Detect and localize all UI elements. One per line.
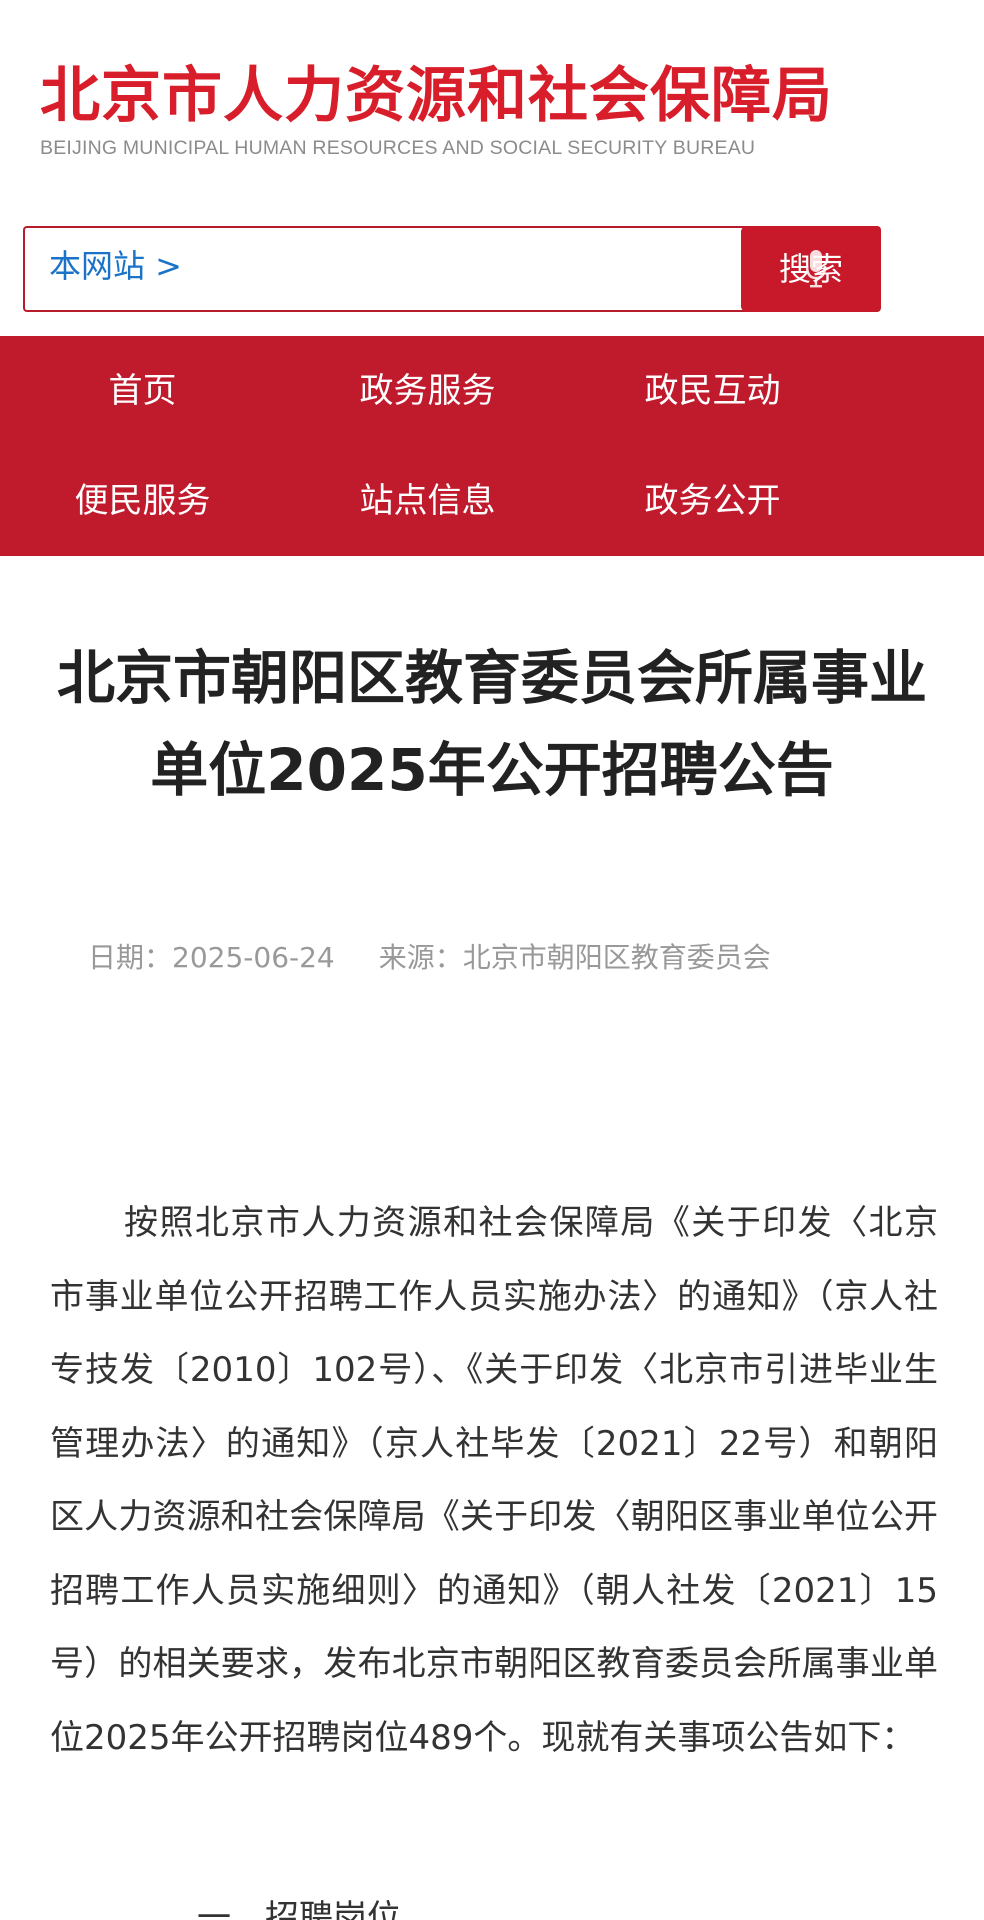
logo-chinese-name: 北京市人力资源和社会保障局	[40, 61, 833, 131]
main-navigation: 首页 政务服务 政民互动 便民服务 站点信息 政务公开	[0, 336, 984, 556]
search-bar: 本网站 > 搜索	[23, 226, 881, 312]
article-title: 北京市朝阳区教育委员会所属事业单位2025年公开招聘公告	[56, 644, 927, 804]
section-heading: 一、招聘岗位	[197, 1898, 401, 1920]
nav-item-citizen-services[interactable]: 便民服务	[0, 446, 285, 556]
logo-english-name: BEIJING MUNICIPAL HUMAN RESOURCES AND SO…	[40, 137, 756, 159]
search-scope-selector[interactable]: 本网站 >	[49, 246, 182, 286]
nav-item-government-affairs[interactable]: 政务公开	[570, 446, 855, 556]
nav-item-home[interactable]: 首页	[0, 336, 285, 446]
nav-item-government-services[interactable]: 政务服务	[285, 336, 570, 446]
nav-item-public-interaction[interactable]: 政民互动	[570, 336, 855, 446]
search-button[interactable]: 搜索	[741, 226, 881, 312]
article-paragraph: 按照北京市人力资源和社会保障局《关于印发〈北京市事业单位公开招聘工作人员实施办法…	[50, 1203, 938, 1758]
microphone-icon	[805, 250, 827, 288]
article-source: 北京市朝阳区教育委员会	[462, 941, 771, 974]
search-input[interactable]	[205, 240, 745, 296]
site-logo[interactable]: 北京市人力资源和社会保障局 BEIJING MUNICIPAL HUMAN RE…	[40, 60, 832, 170]
publish-date: 2025-06-24	[172, 941, 335, 974]
date-label: 日期：	[88, 941, 173, 974]
source-label: 来源：	[378, 941, 463, 974]
article-meta: 日期：2025-06-24 来源：北京市朝阳区教育委员会	[88, 936, 771, 980]
nav-item-site-info[interactable]: 站点信息	[285, 446, 570, 556]
